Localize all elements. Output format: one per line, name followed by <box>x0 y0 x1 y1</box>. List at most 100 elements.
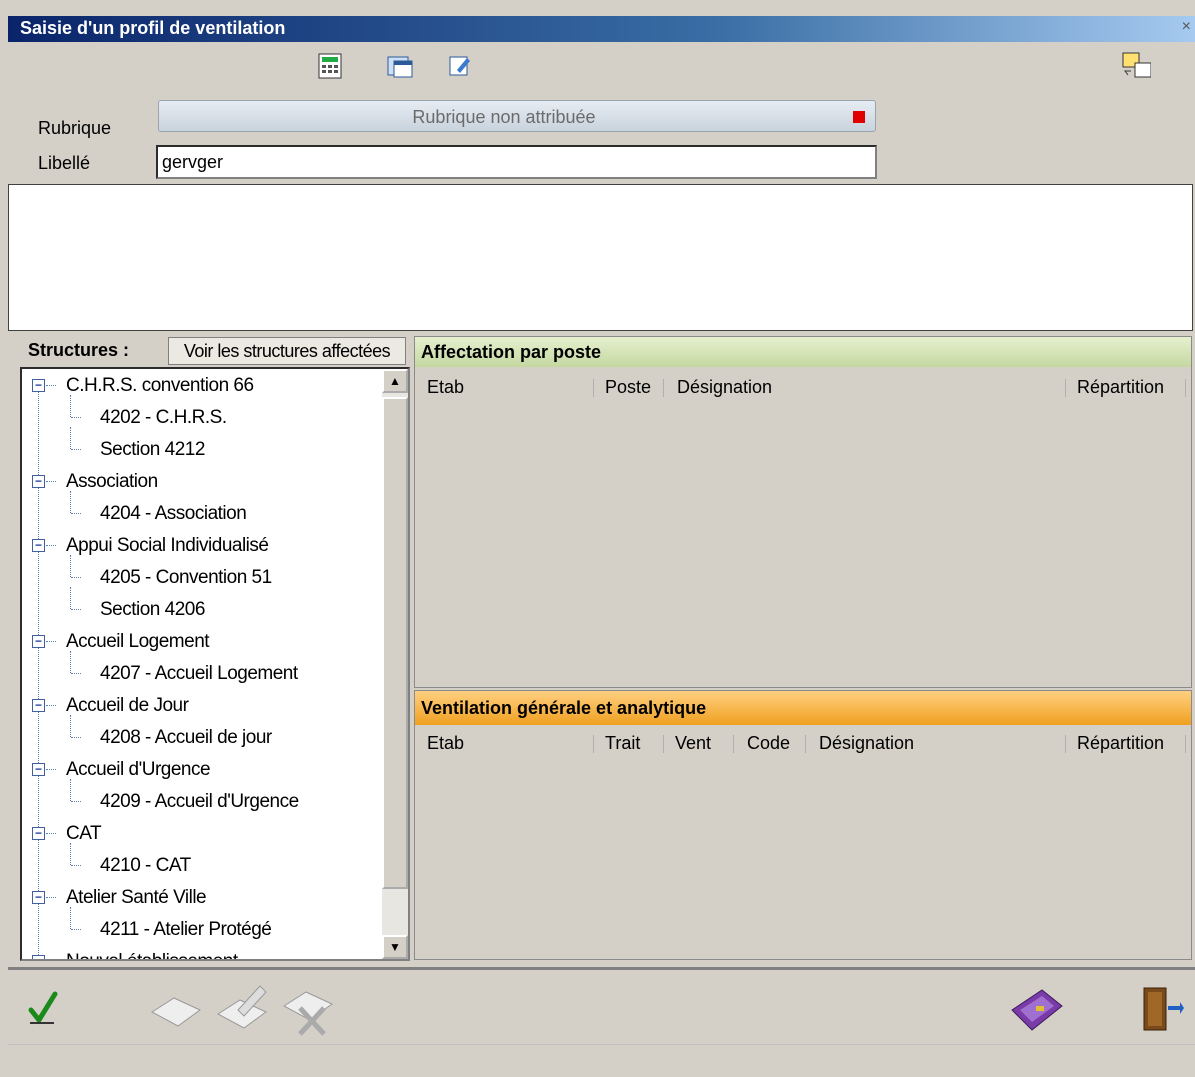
tree-expander-icon[interactable]: − <box>32 635 45 648</box>
affectation-panel: Affectation par poste Etab Poste Désigna… <box>414 336 1192 688</box>
tree-node-establishment[interactable]: C.H.R.S. convention 66 <box>66 375 254 397</box>
tree-connector <box>46 385 56 386</box>
tree-node-structure[interactable]: 4208 - Accueil de jour <box>100 727 272 749</box>
tree-connector <box>71 737 81 738</box>
tree-connector <box>46 545 56 546</box>
column-header-designation[interactable]: Désignation <box>819 733 914 754</box>
column-header-designation[interactable]: Désignation <box>677 377 772 398</box>
window-icon[interactable] <box>385 52 415 80</box>
tree-expander-icon[interactable]: − <box>32 955 45 959</box>
tree-node-structure[interactable]: Section 4206 <box>100 599 205 621</box>
status-bar <box>8 1044 1195 1045</box>
tree-node-establishment[interactable]: Accueil Logement <box>66 631 210 653</box>
column-separator <box>805 735 806 753</box>
libelle-input[interactable] <box>156 145 877 179</box>
tree-connector <box>71 865 81 866</box>
tree-node-establishment[interactable]: Atelier Santé Ville <box>66 887 207 909</box>
ventilation-panel: Ventilation générale et analytique Etab … <box>414 690 1192 960</box>
tree-connector <box>70 907 71 929</box>
calculator-icon[interactable] <box>315 52 345 80</box>
exit-door-icon[interactable] <box>1140 984 1184 1040</box>
status-indicator-icon <box>853 111 865 123</box>
column-header-repartition[interactable]: Répartition <box>1077 733 1164 754</box>
toolbar <box>8 42 1195 92</box>
tree-node-structure[interactable]: 4207 - Accueil Logement <box>100 663 298 685</box>
delete-icon <box>280 980 340 1042</box>
voir-structures-button[interactable]: Voir les structures affectées <box>168 337 406 365</box>
tree-connector <box>46 897 56 898</box>
column-header-repartition[interactable]: Répartition <box>1077 377 1164 398</box>
tree-expander-icon[interactable]: − <box>32 699 45 712</box>
tree-node-structure[interactable]: Section 4212 <box>100 439 205 461</box>
structures-tree[interactable]: − C.H.R.S. convention 66 4202 - C.H.R.S. Se… <box>20 367 410 961</box>
close-icon[interactable]: × <box>1182 18 1191 36</box>
column-separator <box>1185 379 1186 397</box>
tree-connector <box>46 705 56 706</box>
tree-connector <box>71 673 81 674</box>
validate-check-icon[interactable] <box>28 990 58 1032</box>
tree-connector <box>70 427 71 449</box>
tree-connector <box>70 779 71 801</box>
tree-connector <box>46 481 56 482</box>
new-icon <box>148 990 204 1040</box>
tree-connector <box>70 587 71 609</box>
tree-connector <box>70 395 71 417</box>
tree-connector <box>71 449 81 450</box>
tree-node-structure[interactable]: 4205 - Convention 51 <box>100 567 272 589</box>
column-separator <box>1065 735 1066 753</box>
column-header-etab[interactable]: Etab <box>427 377 464 398</box>
affectation-title: Affectation par poste <box>415 337 1191 367</box>
bottom-separator <box>8 967 1195 970</box>
tree-connector <box>70 651 71 673</box>
tree-node-establishment[interactable]: Appui Social Individualisé <box>66 535 269 557</box>
tree-node-establishment[interactable]: Association <box>66 471 158 493</box>
tree-scrollbar[interactable]: ▲ ▼ <box>382 369 408 959</box>
rubrique-label: Rubrique <box>38 118 112 138</box>
tree-connector <box>71 929 81 930</box>
column-header-code[interactable]: Code <box>747 733 790 754</box>
column-separator <box>663 379 664 397</box>
tree-expander-icon[interactable]: − <box>32 379 45 392</box>
column-header-etab[interactable]: Etab <box>427 733 464 754</box>
tree-node-structure[interactable]: 4209 - Accueil d'Urgence <box>100 791 299 813</box>
wallet-icon[interactable] <box>1006 986 1066 1040</box>
tree-connector <box>70 555 71 577</box>
tree-node-structure[interactable]: 4204 - Association <box>100 503 247 525</box>
tree-connector <box>70 843 71 865</box>
tree-expander-icon[interactable]: − <box>32 891 45 904</box>
rubrique-button[interactable]: Rubrique non attribuée <box>158 100 876 132</box>
notes-area[interactable] <box>8 184 1193 331</box>
scroll-up-icon[interactable]: ▲ <box>382 369 408 393</box>
tree-node-establishment[interactable]: CAT <box>66 823 102 845</box>
swap-icon[interactable] <box>1121 52 1151 80</box>
tree-node-establishment[interactable]: Nouvel établissement <box>66 951 238 959</box>
tree-node-structure[interactable]: 4202 - C.H.R.S. <box>100 407 227 429</box>
scroll-down-icon[interactable]: ▼ <box>382 935 408 959</box>
tree-expander-icon[interactable]: − <box>32 763 45 776</box>
scroll-thumb[interactable] <box>382 397 408 889</box>
structures-title: Structures : <box>28 340 130 360</box>
edit-icon[interactable] <box>445 52 475 80</box>
column-header-trait[interactable]: Trait <box>605 733 640 754</box>
tree-connector <box>70 715 71 737</box>
tree-expander-icon[interactable]: − <box>32 475 45 488</box>
window-title: Saisie d'un profil de ventilation <box>20 18 286 38</box>
column-header-vent[interactable]: Vent <box>675 733 711 754</box>
structures-header: Structures : Voir les structures affecté… <box>20 336 408 366</box>
tree-expander-icon[interactable]: − <box>32 827 45 840</box>
tree-connector <box>46 641 56 642</box>
tree-connector <box>70 491 71 513</box>
tree-connector <box>71 577 81 578</box>
column-separator <box>663 735 664 753</box>
edit-pen-icon <box>214 980 274 1040</box>
tree-connector <box>46 833 56 834</box>
tree-expander-icon[interactable]: − <box>32 539 45 552</box>
tree-node-establishment[interactable]: Accueil d'Urgence <box>66 759 211 781</box>
column-header-poste[interactable]: Poste <box>605 377 651 398</box>
tree-node-structure[interactable]: 4210 - CAT <box>100 855 191 877</box>
tree-connector <box>71 417 81 418</box>
tree-node-structure[interactable]: 4211 - Atelier Protégé <box>100 919 272 941</box>
title-bar: Saisie d'un profil de ventilation × <box>8 16 1195 42</box>
tree-node-establishment[interactable]: Accueil de Jour <box>66 695 189 717</box>
rubrique-value: Rubrique non attribuée <box>412 107 596 127</box>
